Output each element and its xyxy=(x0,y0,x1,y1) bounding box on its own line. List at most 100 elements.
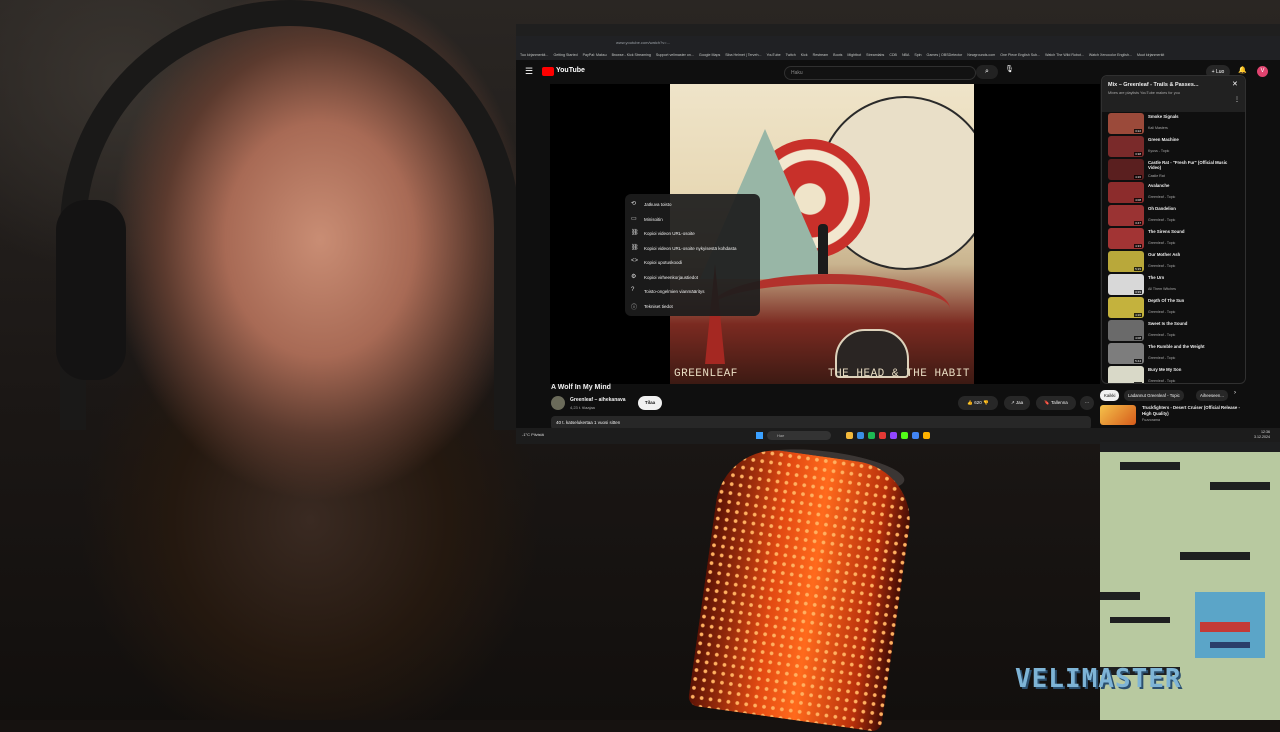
playlist-item-artist: Greenleaf - Topic xyxy=(1148,241,1176,245)
dislike-button[interactable]: 👎 xyxy=(983,400,989,405)
close-icon[interactable]: ✕ xyxy=(1232,80,1238,88)
bookmark-item[interactable]: Siba Helmet | Terveh... xyxy=(725,53,761,57)
chevron-right-icon[interactable]: › xyxy=(1234,390,1236,396)
playlist-item[interactable]: 3:38 Green Machine Kyuss - Topic xyxy=(1108,136,1238,159)
bookmark-item[interactable]: One Piece English Sub... xyxy=(1000,53,1040,57)
channel-name[interactable]: Greenleaf – aihekanava xyxy=(570,397,626,403)
more-actions-button[interactable]: ⋯ xyxy=(1080,396,1094,410)
playlist-thumbnail[interactable]: 3:38 xyxy=(1108,136,1144,157)
playlist-item[interactable]: 4:26 Depth Of The Sun Greenleaf - Topic xyxy=(1108,297,1238,320)
like-button[interactable]: 👍 620 xyxy=(967,400,981,405)
playlist-item[interactable]: 4:12 Bury Me My Son Greenleaf - Topic xyxy=(1108,366,1238,383)
taskbar-app-icon[interactable] xyxy=(857,432,864,439)
bookmark-item[interactable]: Restream xyxy=(813,53,829,57)
context-menu-item-embed[interactable]: <> Kopioi upotuskoodi xyxy=(631,256,756,270)
channel-avatar[interactable] xyxy=(551,396,565,410)
bookmark-item[interactable]: CDB xyxy=(889,53,897,57)
playlist-duration: 3:47 xyxy=(1134,221,1142,225)
playlist-thumbnail[interactable]: 4:08 xyxy=(1108,182,1144,203)
recommended-thumbnail[interactable] xyxy=(1100,405,1136,425)
context-menu-item-copy-url-time[interactable]: ⛓ Kopioi videon URL-osoite nykyisestä ko… xyxy=(631,242,756,256)
playlist-thumbnail[interactable]: 4:26 xyxy=(1108,159,1144,180)
playlist-item[interactable]: 3:39 The Urn All Them Witches xyxy=(1108,274,1238,297)
save-button[interactable]: 🔖 Tallenna xyxy=(1036,396,1076,410)
taskbar-app-icon[interactable] xyxy=(890,432,897,439)
playlist-item[interactable]: 5:15 Our Mother Ash Greenleaf - Topic xyxy=(1108,251,1238,274)
chip-uploader[interactable]: Ladannut Greenleaf - Topic xyxy=(1124,390,1184,401)
playlist-item[interactable]: 4:08 Avalanche Greenleaf - Topic xyxy=(1108,182,1238,205)
playlist-item[interactable]: 4:26 Castle Rat - "Fresh Fur" (Official M… xyxy=(1108,159,1238,182)
bookmark-item[interactable]: YouTube xyxy=(766,53,780,57)
windows-start-icon[interactable] xyxy=(756,432,763,439)
bookmark-item[interactable]: PayPal: Maksu xyxy=(583,53,607,57)
bookmark-item[interactable]: Mightbot xyxy=(847,53,861,57)
bookmark-item[interactable]: Watch The Wild Robot... xyxy=(1045,53,1084,57)
bookmark-item[interactable]: Spin xyxy=(914,53,921,57)
taskbar-search-input[interactable]: Hae xyxy=(767,431,831,440)
recommended-video[interactable]: Truckfighters - Desert Cruiser (Official… xyxy=(1100,405,1250,429)
playlist-thumbnail[interactable]: 3:47 xyxy=(1108,205,1144,226)
playlist-item[interactable]: 4:08 Sweet Is the Sound Greenleaf - Topic xyxy=(1108,320,1238,343)
bookmark-item[interactable]: Newgrounds.com xyxy=(967,53,995,57)
context-menu-item-copy-url[interactable]: ⛓ Kopioi videon URL-osoite xyxy=(631,227,756,241)
bookmark-item[interactable]: Tuo kirjanmerkit... xyxy=(520,53,548,57)
taskbar-app-icon[interactable] xyxy=(879,432,886,439)
hamburger-menu-icon[interactable]: ☰ xyxy=(525,66,533,77)
playlist-thumbnail[interactable]: 3:39 xyxy=(1108,274,1144,295)
more-vertical-icon[interactable]: ⋮ xyxy=(1234,96,1240,103)
notifications-bell-icon[interactable]: 🔔 xyxy=(1238,66,1247,74)
playlist-title[interactable]: Mix – Greenleaf - Trails & Passes... xyxy=(1108,82,1199,88)
youtube-logo-text[interactable]: YouTube xyxy=(556,67,585,74)
description-meta: 40 t. katselukertaa 1 vuosi sitten xyxy=(556,420,621,425)
voice-search-icon[interactable]: 🎙 xyxy=(1005,65,1014,73)
playlist-item[interactable]: 5:44 The Rumble and the Weight Greenleaf -… xyxy=(1108,343,1238,366)
context-menu-item-debug[interactable]: ⚙ Kopioi virheenkorjaustiedot xyxy=(631,271,756,285)
browser-tab-strip[interactable] xyxy=(516,24,1280,36)
bookmark-item[interactable]: Getting Started xyxy=(553,53,577,57)
context-menu-item-stats[interactable]: ⓘ Tekniset tiedot xyxy=(631,300,756,314)
playlist-thumbnail[interactable]: 4:12 xyxy=(1108,366,1144,383)
chip-all[interactable]: Kaikki xyxy=(1100,390,1120,401)
chip-related[interactable]: Aiheeseen... xyxy=(1196,390,1228,401)
taskbar-app-icon[interactable] xyxy=(912,432,919,439)
address-bar[interactable]: www.youtube.com/watch?v=... xyxy=(516,36,1280,50)
video-player[interactable]: GREENLEAF THE HEAD & THE HABIT ⟲ Jatkuva… xyxy=(550,84,1100,384)
taskbar-clock[interactable]: 12:36 3.12.2024 xyxy=(1254,430,1270,440)
share-button[interactable]: ↗ Jaa xyxy=(1004,396,1030,410)
playlist-thumbnail[interactable]: 4:33 xyxy=(1108,228,1144,249)
avatar[interactable]: V xyxy=(1257,66,1268,77)
subscribe-button[interactable]: Tilaa xyxy=(638,396,662,410)
bookmark-item[interactable]: Boots xyxy=(833,53,842,57)
taskbar-app-icon[interactable] xyxy=(868,432,875,439)
bookmark-item[interactable]: Google Maps xyxy=(699,53,720,57)
playlist-thumbnail[interactable]: 5:15 xyxy=(1108,251,1144,272)
bookmark-item[interactable]: Muut kirjanmerkit xyxy=(1137,53,1164,57)
context-menu-item-loop[interactable]: ⟲ Jatkuva toisto xyxy=(631,198,756,212)
bookmark-item[interactable]: Browse - Kick Streaming xyxy=(612,53,651,57)
search-input[interactable]: Haku xyxy=(784,66,976,80)
search-button[interactable]: ⌕ xyxy=(976,65,998,79)
context-menu-item-troubleshoot[interactable]: ? Toisto-ongelmien vianmääritys xyxy=(631,285,756,299)
playlist-item[interactable]: 3:47 Oh Dandelion Greenleaf - Topic xyxy=(1108,205,1238,228)
bookmark-item[interactable]: Watch Xenocolor English... xyxy=(1089,53,1132,57)
taskbar-app-icon[interactable] xyxy=(846,432,853,439)
weather-widget[interactable]: -1°C Pilvistä xyxy=(522,432,544,437)
playlist-thumbnail[interactable]: 4:08 xyxy=(1108,320,1144,341)
bookmark-item[interactable]: NBA xyxy=(902,53,909,57)
bookmark-item[interactable]: Games | OBSDetector xyxy=(927,53,963,57)
bookmark-item[interactable]: Kick xyxy=(801,53,808,57)
bookmark-item[interactable]: Streamlabs xyxy=(866,53,884,57)
youtube-logo-icon[interactable] xyxy=(542,67,554,76)
playlist-item[interactable]: 3:22 Smoke Signals Kali Masters xyxy=(1108,113,1238,136)
playlist-thumbnail[interactable]: 4:26 xyxy=(1108,297,1144,318)
context-menu-item-miniplayer[interactable]: ▭ Minisoitin xyxy=(631,213,756,227)
bookmark-item[interactable]: Support velimaster on... xyxy=(656,53,694,57)
playlist-thumbnail[interactable]: 3:22 xyxy=(1108,113,1144,134)
taskbar-app-icon[interactable] xyxy=(901,432,908,439)
bookmark-item[interactable]: Twitch xyxy=(786,53,796,57)
taskbar-app-icon[interactable] xyxy=(923,432,930,439)
playlist-item[interactable]: 4:33 The Sirens Sound Greenleaf - Topic xyxy=(1108,228,1238,251)
playlist-thumbnail[interactable]: 5:44 xyxy=(1108,343,1144,364)
recommended-title[interactable]: Truckfighters - Desert Cruiser (Official… xyxy=(1142,405,1242,416)
loop-icon: ⟲ xyxy=(631,201,637,207)
